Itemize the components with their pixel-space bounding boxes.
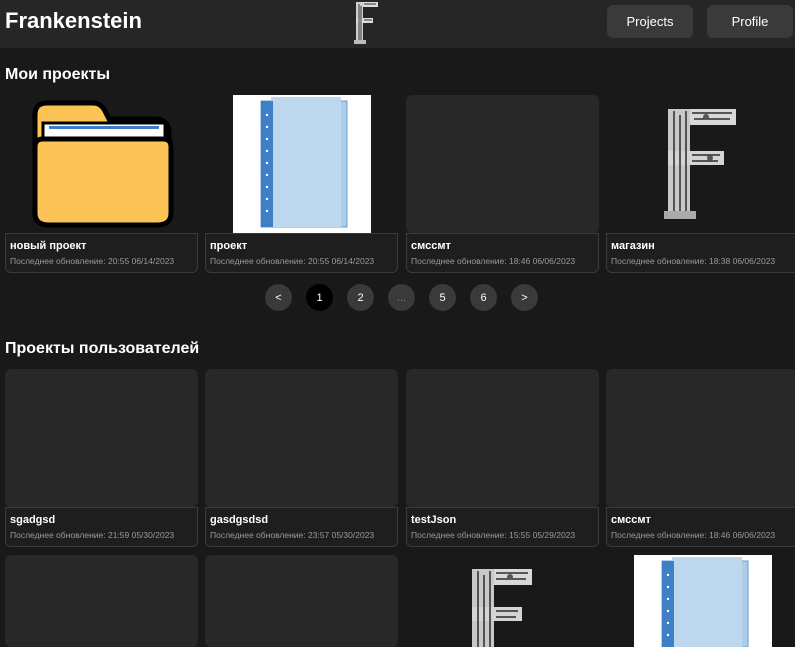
pagination-page-2[interactable]: 2 xyxy=(347,284,374,311)
project-name: смссмт xyxy=(411,240,451,252)
project-updated: Последнее обновление: 23:57 05/30/2023 xyxy=(210,530,375,540)
profile-button[interactable]: Profile xyxy=(707,5,793,38)
binder-image xyxy=(634,555,772,647)
f-logo-icon xyxy=(354,2,378,44)
project-thumbnail xyxy=(406,95,599,233)
my-projects-title: Мои проекты xyxy=(5,66,110,83)
project-name: gasdgsdsd xyxy=(210,514,269,526)
project-thumbnail xyxy=(205,555,398,647)
project-thumbnail xyxy=(406,369,599,507)
project-thumbnail xyxy=(5,555,198,647)
project-updated: Последнее обновление: 20:55 06/14/2023 xyxy=(210,256,375,266)
project-updated: Последнее обновление: 18:46 06/06/2023 xyxy=(411,256,576,266)
pagination-page-5[interactable]: 5 xyxy=(429,284,456,311)
pagination-prev-button[interactable]: < xyxy=(265,284,292,311)
projects-button[interactable]: Projects xyxy=(607,5,693,38)
f-logo-image xyxy=(472,569,532,647)
project-card-info: проект Последнее обновление: 20:55 06/14… xyxy=(205,233,398,273)
f-logo-image xyxy=(664,109,736,219)
folder-icon xyxy=(32,100,174,228)
project-name: магазин xyxy=(611,240,655,252)
project-updated: Последнее обновление: 21:59 05/30/2023 xyxy=(10,530,175,540)
project-thumbnail xyxy=(205,369,398,507)
user-projects-title: Проекты пользователей xyxy=(5,340,200,357)
project-card-info: новый проект Последнее обновление: 20:55… xyxy=(5,233,198,273)
pagination-page-1[interactable]: 1 xyxy=(306,284,333,311)
project-card-info: gasdgsdsd Последнее обновление: 23:57 05… xyxy=(205,507,398,547)
project-updated: Последнее обновление: 18:46 06/06/2023 xyxy=(611,530,776,540)
project-card-info: магазин Последнее обновление: 18:38 06/0… xyxy=(606,233,795,273)
project-updated: Последнее обновление: 20:55 06/14/2023 xyxy=(10,256,175,266)
project-card-info: sgadgsd Последнее обновление: 21:59 05/3… xyxy=(5,507,198,547)
project-updated: Последнее обновление: 18:38 06/06/2023 xyxy=(611,256,776,266)
project-name: новый проект xyxy=(10,240,87,252)
project-name: проект xyxy=(210,240,248,252)
binder-image xyxy=(233,95,371,233)
app-header: Frankenstein Projects Profile xyxy=(0,0,795,48)
app-brand[interactable]: Frankenstein xyxy=(5,8,142,34)
project-card-info: testJson Последнее обновление: 15:55 05/… xyxy=(406,507,599,547)
project-thumbnail xyxy=(5,369,198,507)
project-card-info: смссмт Последнее обновление: 18:46 06/06… xyxy=(606,507,795,547)
project-updated: Последнее обновление: 15:55 05/29/2023 xyxy=(411,530,576,540)
pagination-page-6[interactable]: 6 xyxy=(470,284,497,311)
pagination-next-button[interactable]: > xyxy=(511,284,538,311)
project-name: testJson xyxy=(411,514,457,526)
pagination-ellipsis[interactable]: ... xyxy=(388,284,415,311)
project-name: sgadgsd xyxy=(10,514,56,526)
project-thumbnail xyxy=(606,369,795,507)
project-card-info: смссмт Последнее обновление: 18:46 06/06… xyxy=(406,233,599,273)
project-name: смссмт xyxy=(611,514,651,526)
